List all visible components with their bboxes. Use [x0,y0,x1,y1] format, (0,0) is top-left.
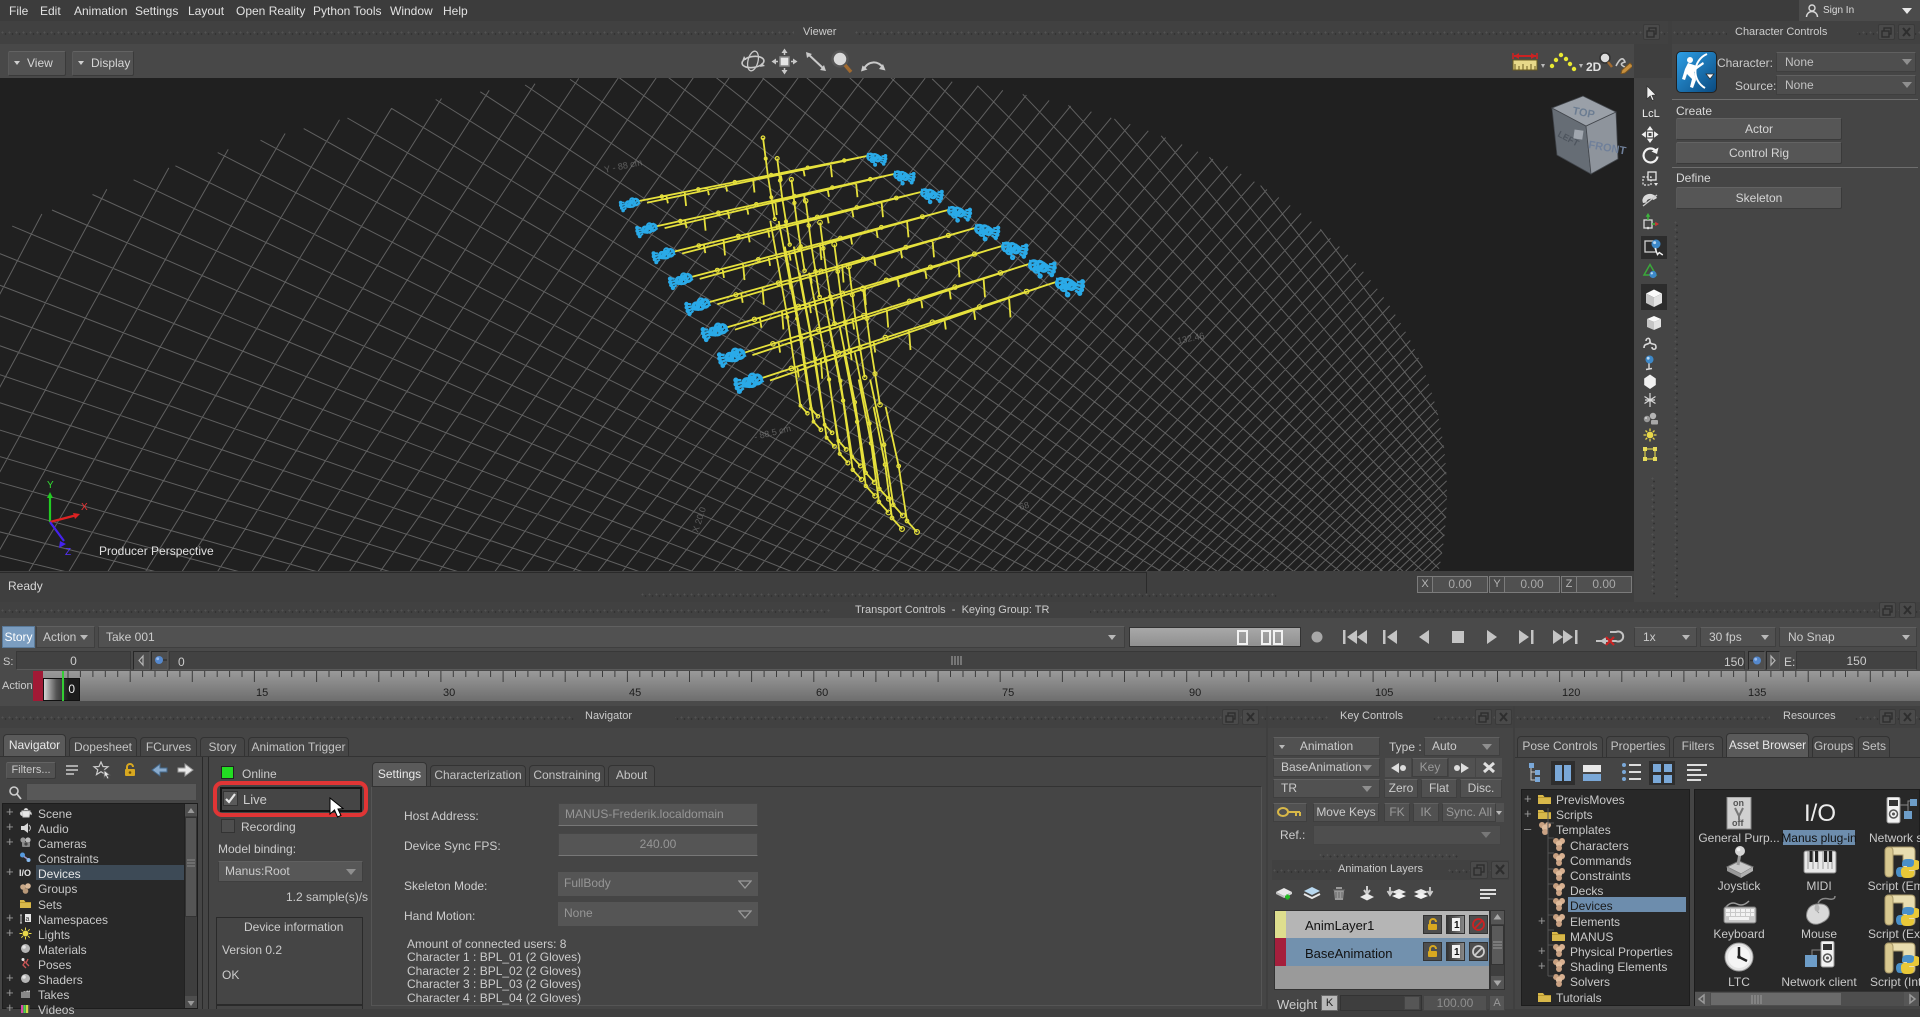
svg-text:1: 1 [1454,920,1460,931]
svg-text:X: X [81,502,88,513]
svg-text:Y: Y [47,480,54,491]
svg-text:2D: 2D [1586,60,1602,74]
svg-text:LcL: LcL [1642,108,1660,120]
svg-text:Z: Z [65,547,71,558]
svg-text:I/O: I/O [1804,800,1836,827]
svg-text:on: on [1733,798,1744,808]
svg-text:Producer Perspective: Producer Perspective [99,544,214,558]
svg-text:1: 1 [1454,947,1460,958]
svg-text:a: a [26,916,30,923]
svg-text:I/O: I/O [19,868,31,878]
